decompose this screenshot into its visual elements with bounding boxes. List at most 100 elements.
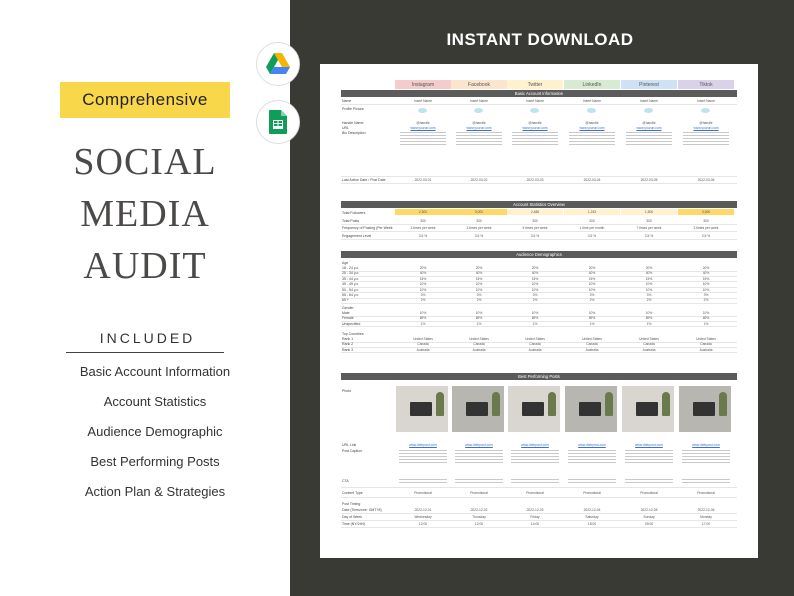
timing-value: 18:00: [587, 522, 597, 526]
post-photo: [452, 386, 504, 432]
grid-line: [341, 224, 737, 225]
caption-text-line: [511, 456, 559, 458]
url-value: www.yoururl.com: [410, 126, 436, 130]
url-value: www.yoururl.com: [636, 126, 662, 130]
caption-text-line: [455, 453, 503, 455]
cta-text-line: [568, 482, 616, 484]
name-value: Insert Name: [583, 99, 601, 103]
age-value: 20%: [645, 266, 653, 270]
post-url: www.dietrpost.com: [409, 443, 437, 447]
age-value: 20%: [702, 266, 710, 270]
country-value: Canada: [529, 342, 541, 347]
age-value: 10%: [588, 282, 596, 287]
platform-header: Instagram: [395, 80, 451, 89]
bio-text-line: [626, 138, 672, 140]
row-label: 55 - 64 y.o: [342, 293, 359, 297]
row-label: Total Followers: [342, 211, 366, 215]
frequency-value: 7 times per week: [636, 226, 662, 230]
grid-line: [341, 513, 737, 514]
engagement-value: 3.5 %: [474, 234, 484, 238]
age-value: 15%: [702, 276, 710, 281]
country-value: United States: [525, 337, 545, 341]
content-type-value: Promotional: [414, 491, 432, 495]
bio-text-line: [512, 132, 558, 134]
bio-text-line: [400, 132, 446, 134]
cta-text-line: [625, 482, 673, 484]
age-value: 2%: [646, 298, 652, 303]
comprehensive-badge: Comprehensive: [60, 82, 230, 118]
post-photo: [622, 386, 674, 432]
caption-text-line: [682, 450, 730, 452]
caption-text-line: [568, 459, 616, 461]
frequency-value: 5 times per week: [522, 226, 548, 230]
profile-picture: [701, 108, 710, 113]
row-label: Gender: [342, 306, 354, 310]
row-label: 18 - 24 y.o: [342, 266, 359, 270]
row-label: Age: [342, 261, 349, 265]
grid-line: [341, 497, 737, 498]
bio-text-line: [400, 135, 446, 137]
age-value: 40%: [419, 271, 427, 276]
post-photo: [396, 386, 448, 432]
age-value: 20%: [475, 266, 483, 270]
post-url: www.dietrpost.com: [635, 443, 663, 447]
profile-picture: [474, 108, 483, 113]
row-label: Profile Picture: [342, 107, 364, 111]
name-value: Insert Name: [697, 99, 715, 103]
cta-text-line: [511, 479, 559, 481]
post-url: www.dietrpost.com: [465, 443, 493, 447]
country-value: Canada: [700, 342, 712, 347]
caption-text-line: [568, 453, 616, 455]
posts-value: 300: [589, 219, 595, 223]
handle-value: @handle: [528, 121, 542, 125]
country-value: United States: [639, 337, 659, 341]
gender-value: 89%: [588, 316, 596, 321]
grid-line: [341, 527, 737, 528]
grid-line: [341, 303, 737, 304]
platform-header: Twitter: [507, 80, 563, 89]
laptop-image: [579, 402, 601, 416]
timing-value: 14:00: [530, 522, 540, 526]
grid-line: [341, 487, 737, 488]
age-value: 10%: [702, 282, 710, 287]
caption-text-line: [455, 459, 503, 461]
age-value: 3%: [532, 293, 538, 297]
grid-line: [341, 239, 737, 240]
plant-image: [492, 392, 500, 416]
timing-value: 09:00: [644, 522, 654, 526]
timing-value: Monday: [700, 515, 712, 519]
row-label: Handle Name: [342, 121, 364, 125]
cta-text-line: [568, 479, 616, 481]
gender-value: 10%: [702, 311, 710, 315]
country-value: Canada: [586, 342, 598, 347]
bio-text-line: [683, 132, 729, 134]
age-value: 10%: [475, 282, 483, 287]
age-value: 20%: [419, 266, 427, 270]
row-label: CTA: [342, 479, 349, 483]
google-drive-icon: [256, 42, 300, 86]
bio-text-line: [683, 135, 729, 137]
timing-value: 12:00: [474, 522, 484, 526]
row-label: Female: [342, 316, 354, 321]
bio-text-line: [512, 141, 558, 143]
caption-text-line: [625, 453, 673, 455]
age-value: 2%: [589, 298, 595, 303]
gender-value: 89%: [702, 316, 710, 321]
gender-value: 1%: [476, 321, 482, 326]
bio-text-line: [456, 141, 502, 143]
gender-value: 89%: [531, 316, 539, 321]
grid-line: [341, 176, 737, 177]
gender-value: 10%: [531, 311, 539, 315]
frequency-value: 1 time per month: [579, 226, 605, 230]
content-type-value: Promotional: [697, 491, 715, 495]
age-value: 2%: [420, 298, 426, 303]
bio-text-line: [683, 141, 729, 143]
grid-line: [341, 104, 737, 105]
post-url: www.dietrpost.com: [521, 443, 549, 447]
content-type-value: Promotional: [583, 491, 601, 495]
date-value: 2022-03-06: [697, 178, 715, 182]
content-type-value: Promotional: [470, 491, 488, 495]
row-label: Male: [342, 311, 350, 315]
age-value: 3%: [420, 293, 426, 297]
timing-value: 2022-12-05: [640, 508, 658, 512]
